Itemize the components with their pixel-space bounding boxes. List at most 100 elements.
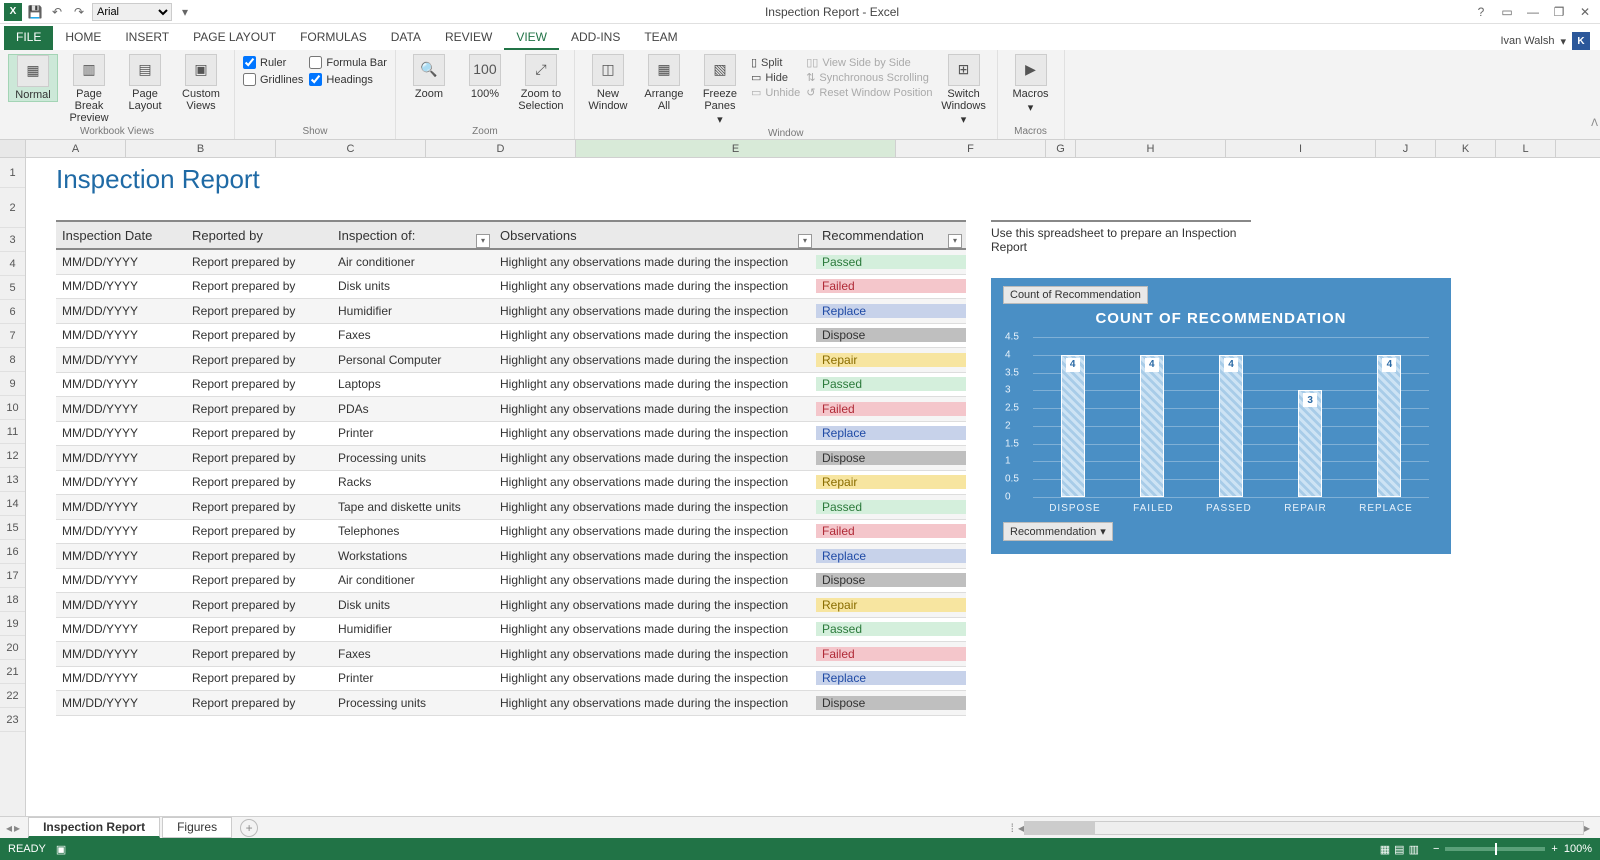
col-header-G[interactable]: G [1046, 140, 1076, 157]
tab-review[interactable]: REVIEW [433, 26, 504, 50]
col-header-F[interactable]: F [896, 140, 1046, 157]
tab-home[interactable]: HOME [53, 26, 113, 50]
macros-button[interactable]: ▶Macros▾ [1006, 54, 1056, 114]
switch-windows-button[interactable]: ⊞Switch Windows▾ [939, 54, 989, 126]
tab-insert[interactable]: INSERT [113, 26, 181, 50]
col-header-K[interactable]: K [1436, 140, 1496, 157]
row-header-7[interactable]: 7 [0, 324, 25, 348]
row-header-3[interactable]: 3 [0, 228, 25, 252]
col-header-A[interactable]: A [26, 140, 126, 157]
row-headers[interactable]: 1234567891011121314151617181920212223 [0, 158, 26, 816]
view-shortcuts[interactable]: ▦▤▥ [1378, 843, 1421, 856]
zoom-button[interactable]: 🔍Zoom [404, 54, 454, 100]
table-row[interactable]: MM/DD/YYYYReport prepared byTelephonesHi… [56, 520, 966, 545]
row-header-4[interactable]: 4 [0, 252, 25, 276]
pivot-axis-field[interactable]: Recommendation ▾ [1003, 522, 1113, 541]
page-layout-button[interactable]: ▤Page Layout [120, 54, 170, 112]
row-header-22[interactable]: 22 [0, 684, 25, 708]
col-header-C[interactable]: C [276, 140, 426, 157]
table-row[interactable]: MM/DD/YYYYReport prepared byProcessing u… [56, 691, 966, 716]
worksheet[interactable]: 1234567891011121314151617181920212223 In… [0, 158, 1600, 816]
freeze-panes-button[interactable]: ▧Freeze Panes▾ [695, 54, 745, 126]
table-row[interactable]: MM/DD/YYYYReport prepared byDisk unitsHi… [56, 593, 966, 618]
row-header-13[interactable]: 13 [0, 468, 25, 492]
redo-icon[interactable]: ↷ [70, 3, 88, 21]
select-all-corner[interactable] [0, 140, 26, 157]
table-row[interactable]: MM/DD/YYYYReport prepared byRacksHighlig… [56, 471, 966, 496]
minimize-icon[interactable]: — [1524, 3, 1542, 21]
zoom-selection-button[interactable]: ⤢Zoom to Selection [516, 54, 566, 112]
page-break-preview-button[interactable]: ▥Page Break Preview [64, 54, 114, 124]
table-row[interactable]: MM/DD/YYYYReport prepared byAir conditio… [56, 250, 966, 275]
qat-more-icon[interactable]: ▾ [176, 3, 194, 21]
table-row[interactable]: MM/DD/YYYYReport prepared byWorkstations… [56, 544, 966, 569]
sheet-tab[interactable]: Inspection Report [28, 817, 160, 838]
row-header-21[interactable]: 21 [0, 660, 25, 684]
side-by-side-button[interactable]: ▯▯ View Side by Side [806, 56, 932, 69]
row-header-9[interactable]: 9 [0, 372, 25, 396]
collapse-ribbon-icon[interactable]: ᐱ [1591, 118, 1598, 129]
gridlines-checkbox[interactable]: Gridlines [243, 73, 303, 86]
table-row[interactable]: MM/DD/YYYYReport prepared byLaptopsHighl… [56, 373, 966, 398]
hide-button[interactable]: ▭ Hide [751, 71, 800, 84]
zoom-level[interactable]: 100% [1564, 843, 1592, 855]
table-row[interactable]: MM/DD/YYYYReport prepared byPersonal Com… [56, 348, 966, 373]
zoom-control[interactable]: − + 100% [1433, 843, 1592, 855]
headings-checkbox[interactable]: Headings [309, 73, 387, 86]
restore-icon[interactable]: ❐ [1550, 3, 1568, 21]
tab-team[interactable]: TEAM [632, 26, 689, 50]
row-header-20[interactable]: 20 [0, 636, 25, 660]
tab-file[interactable]: FILE [4, 26, 53, 50]
font-selector[interactable]: Arial [92, 3, 172, 21]
ribbon-options-icon[interactable]: ▭ [1498, 3, 1516, 21]
undo-icon[interactable]: ↶ [48, 3, 66, 21]
table-row[interactable]: MM/DD/YYYYReport prepared byPrinterHighl… [56, 422, 966, 447]
col-header-H[interactable]: H [1076, 140, 1226, 157]
row-header-5[interactable]: 5 [0, 276, 25, 300]
account-user[interactable]: Ivan Walsh▾ K [1500, 32, 1596, 50]
zoom-slider[interactable] [1445, 847, 1545, 851]
sheet-nav[interactable]: ◂▸ [0, 821, 26, 835]
table-row[interactable]: MM/DD/YYYYReport prepared byPrinterHighl… [56, 667, 966, 692]
sheet-tab[interactable]: Figures [162, 817, 232, 838]
filter-icon[interactable]: ▾ [476, 234, 490, 248]
macro-record-icon[interactable]: ▣ [56, 843, 66, 856]
table-row[interactable]: MM/DD/YYYYReport prepared byHumidifierHi… [56, 299, 966, 324]
row-header-6[interactable]: 6 [0, 300, 25, 324]
row-header-23[interactable]: 23 [0, 708, 25, 732]
sheet-content[interactable]: Inspection Report Inspection DateReporte… [26, 158, 1600, 816]
arrange-all-button[interactable]: ▦Arrange All [639, 54, 689, 112]
zoom-100-button[interactable]: 100100% [460, 54, 510, 100]
reset-position-button[interactable]: ↺ Reset Window Position [806, 86, 932, 99]
tab-data[interactable]: DATA [379, 26, 433, 50]
row-header-17[interactable]: 17 [0, 564, 25, 588]
filter-icon[interactable]: ▾ [798, 234, 812, 248]
sync-scroll-button[interactable]: ⇅ Synchronous Scrolling [806, 71, 932, 84]
pivot-chart[interactable]: Count of Recommendation COUNT OF RECOMME… [991, 278, 1451, 554]
horizontal-scrollbar[interactable]: ⁞ ◂ ▸ [268, 821, 1590, 835]
table-row[interactable]: MM/DD/YYYYReport prepared byPDAsHighligh… [56, 397, 966, 422]
row-header-16[interactable]: 16 [0, 540, 25, 564]
new-window-button[interactable]: ◫New Window [583, 54, 633, 112]
close-icon[interactable]: ✕ [1576, 3, 1594, 21]
save-icon[interactable]: 💾 [26, 3, 44, 21]
new-sheet-button[interactable]: + [240, 819, 258, 837]
zoom-out-icon[interactable]: − [1433, 843, 1439, 855]
custom-views-button[interactable]: ▣Custom Views [176, 54, 226, 112]
row-header-2[interactable]: 2 [0, 188, 25, 228]
row-header-10[interactable]: 10 [0, 396, 25, 420]
col-header-D[interactable]: D [426, 140, 576, 157]
col-header-B[interactable]: B [126, 140, 276, 157]
tab-page-layout[interactable]: PAGE LAYOUT [181, 26, 288, 50]
row-header-11[interactable]: 11 [0, 420, 25, 444]
pivot-values-field[interactable]: Count of Recommendation [1003, 286, 1148, 304]
split-button[interactable]: ▯ Split [751, 56, 800, 69]
col-header-E[interactable]: E [576, 140, 896, 157]
table-row[interactable]: MM/DD/YYYYReport prepared byFaxesHighlig… [56, 324, 966, 349]
table-row[interactable]: MM/DD/YYYYReport prepared byHumidifierHi… [56, 618, 966, 643]
row-header-12[interactable]: 12 [0, 444, 25, 468]
tab-view[interactable]: VIEW [504, 26, 559, 50]
table-row[interactable]: MM/DD/YYYYReport prepared byAir conditio… [56, 569, 966, 594]
col-header-J[interactable]: J [1376, 140, 1436, 157]
formula-bar-checkbox[interactable]: Formula Bar [309, 56, 387, 69]
